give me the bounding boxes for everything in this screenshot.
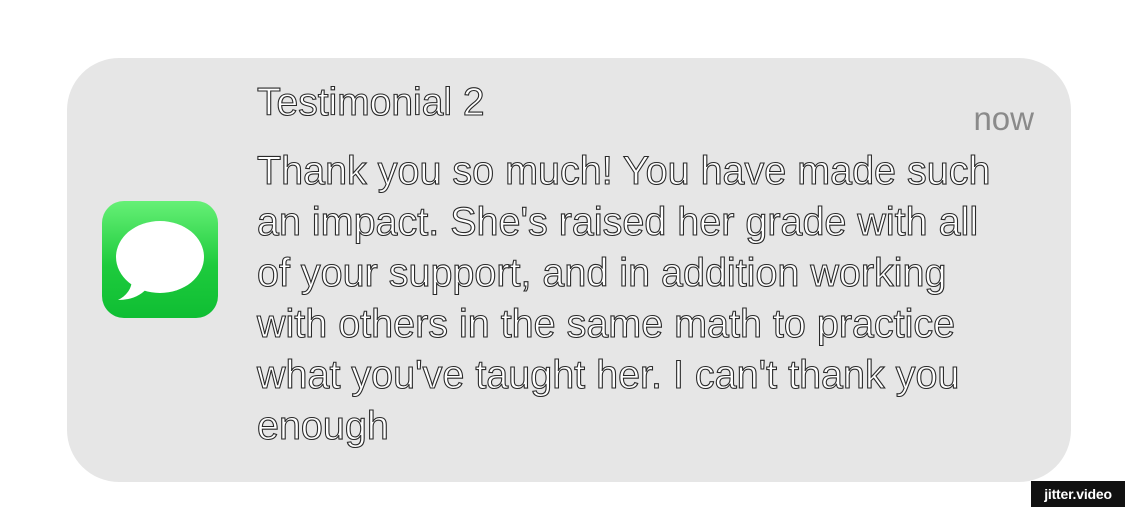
messages-icon [102, 201, 218, 318]
notification-message: Thank you so much! You have made such an… [256, 148, 991, 448]
notification-card[interactable]: Testimonial 2 now Thank you so much! You… [67, 58, 1071, 482]
watermark-badge[interactable]: jitter.video [1031, 481, 1125, 507]
notification-timestamp: now [973, 100, 1034, 137]
notification-title: Testimonial 2 [256, 80, 485, 124]
